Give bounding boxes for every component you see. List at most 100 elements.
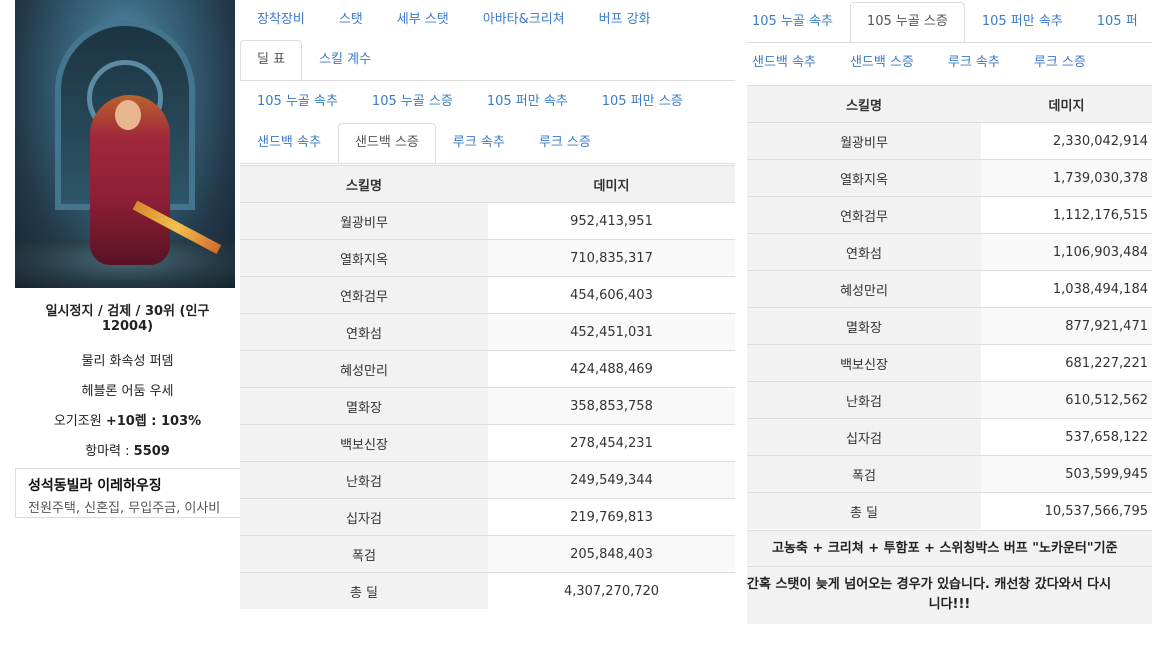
tab-damage-table[interactable]: 딜 표 <box>240 40 303 80</box>
tab-luke-seujeung[interactable]: 루크 스증 <box>522 123 608 163</box>
top-tab-bar: 장착장비 스탯 세부 스탯 아바타&크리쳐 버프 강화 <box>240 0 668 40</box>
damage-table-right: 스킬명 데미지 월광비무 2,330,042,914 열화지옥 1,739,030,3… <box>747 85 1152 529</box>
damage-value-cell: 205,848,403 <box>488 535 735 573</box>
table-row: 연화섬 452,451,031 <box>240 313 735 351</box>
right-mode-tab-bar-1: 105 누골 속추 105 누골 스증 105 퍼만 속추 105 퍼 <box>735 2 1152 42</box>
tab-105-nugol-seujeung[interactable]: 105 누골 스증 <box>355 82 470 122</box>
damage-value-cell: 1,038,494,184 <box>981 270 1152 308</box>
table-row: 난화검 610,512,562 <box>747 381 1152 419</box>
damage-value-cell: 610,512,562 <box>981 381 1152 419</box>
skill-name-cell: 월광비무 <box>747 122 981 160</box>
tab-105-perman-sokchu[interactable]: 105 퍼만 속추 <box>470 82 585 122</box>
damage-value-cell: 219,769,813 <box>488 498 735 536</box>
table-row: 멸화장 358,853,758 <box>240 387 735 425</box>
damage-value-cell: 1,112,176,515 <box>981 196 1152 234</box>
table-row: 월광비무 952,413,951 <box>240 202 735 240</box>
tab-105-nugol-sokchu[interactable]: 105 누골 속추 <box>240 82 355 122</box>
damage-value-cell: 4,307,270,720 <box>488 572 735 609</box>
table-row: 월광비무 2,330,042,914 <box>747 122 1152 160</box>
table-row: 열화지옥 1,739,030,378 <box>747 159 1152 197</box>
right-mode-tab-bar-2: 샌드백 속추 샌드백 스증 루크 속추 루크 스증 <box>735 43 1103 83</box>
damage-value-cell: 537,658,122 <box>981 418 1152 456</box>
tab-sandbag-sokchu[interactable]: 샌드백 속추 <box>735 43 833 83</box>
tab-equipment[interactable]: 장착장비 <box>240 0 322 40</box>
tab-stats[interactable]: 스탯 <box>322 0 380 40</box>
table-row: 백보신장 681,227,221 <box>747 344 1152 382</box>
table-row: 연화검무 454,606,403 <box>240 276 735 314</box>
tab-luke-seujeung[interactable]: 루크 스증 <box>1017 43 1103 83</box>
skill-name-cell: 난화검 <box>240 461 488 499</box>
damage-value-cell: 10,537,566,795 <box>981 492 1152 529</box>
table-row: 십자검 537,658,122 <box>747 418 1152 456</box>
divider <box>240 80 735 81</box>
buff-condition-note: 고농축 + 크리쳐 + 투함포 + 스위칭박스 버프 "노카운터"기준 <box>747 530 1152 566</box>
skill-name-cell: 열화지옥 <box>747 159 981 197</box>
tab-detail-stats[interactable]: 세부 스탯 <box>380 0 466 40</box>
damage-value-cell: 877,921,471 <box>981 307 1152 345</box>
skill-name-cell: 총 딜 <box>747 492 981 529</box>
table-row: 폭검 205,848,403 <box>240 535 735 573</box>
table-row: 연화섬 1,106,903,484 <box>747 233 1152 271</box>
mode-tab-bar-2: 샌드백 속추 샌드백 스증 루크 속추 루크 스증 <box>240 123 608 163</box>
table-row: 백보신장 278,454,231 <box>240 424 735 462</box>
damage-value-cell: 452,451,031 <box>488 313 735 351</box>
skill-name-cell: 폭검 <box>747 455 981 493</box>
tab-luke-sokchu[interactable]: 루크 속추 <box>931 43 1017 83</box>
damage-value-cell: 1,739,030,378 <box>981 159 1152 197</box>
damage-value-cell: 454,606,403 <box>488 276 735 314</box>
ad-banner[interactable]: 성석동빌라 이레하우징 전원주택, 신혼집, 무입주금, 이사비 <box>15 468 255 518</box>
skill-name-cell: 백보신장 <box>240 424 488 462</box>
tab-buff[interactable]: 버프 강화 <box>582 0 668 40</box>
skill-name-cell: 폭검 <box>240 535 488 573</box>
table-row: 혜성만리 1,038,494,184 <box>747 270 1152 308</box>
skill-name-cell: 십자검 <box>747 418 981 456</box>
tab-105-perman-partial[interactable]: 105 퍼 <box>1080 2 1152 42</box>
skill-name-cell: 멸화장 <box>240 387 488 425</box>
column-header-damage: 데미지 <box>981 85 1152 123</box>
tab-sandbag-seujeung[interactable]: 샌드백 스증 <box>337 123 436 163</box>
profile-element: 물리 화속성 퍼뎀 <box>81 354 174 369</box>
tab-luke-sokchu[interactable]: 루크 속추 <box>436 123 522 163</box>
character-portrait <box>15 0 235 288</box>
skill-name-cell: 열화지옥 <box>240 239 488 277</box>
profile-ranking: 일시정지 / 검제 / 30위 (인구 12004) <box>45 304 210 334</box>
tab-skill-coefficient[interactable]: 스킬 계수 <box>302 40 388 80</box>
damage-value-cell: 2,330,042,914 <box>981 122 1152 160</box>
table-row: 난화검 249,549,344 <box>240 461 735 499</box>
table-row: 총 딜 10,537,566,795 <box>747 492 1152 529</box>
ad-title: 성석동빌라 이레하우징 <box>28 478 162 494</box>
damage-value-cell: 710,835,317 <box>488 239 735 277</box>
sub-tab-bar: 딜 표 스킬 계수 <box>240 40 388 80</box>
skill-name-cell: 백보신장 <box>747 344 981 382</box>
profile-dark-advantage: 헤블론 어둠 우세 <box>81 384 174 399</box>
tab-sandbag-seujeung[interactable]: 샌드백 스증 <box>833 43 931 83</box>
skill-name-cell: 십자검 <box>240 498 488 536</box>
table-row: 혜성만리 424,488,469 <box>240 350 735 388</box>
profile-skill-level: 오기조원 +10렙 : 103% <box>53 414 202 429</box>
tab-105-nugol-seujeung[interactable]: 105 누골 스증 <box>849 2 965 42</box>
skill-name-cell: 난화검 <box>747 381 981 419</box>
table-row: 폭검 503,599,945 <box>747 455 1152 493</box>
damage-value-cell: 249,549,344 <box>488 461 735 499</box>
column-header-skill: 스킬명 <box>747 85 981 123</box>
skill-name-cell: 총 딜 <box>240 572 488 609</box>
table-row: 멸화장 877,921,471 <box>747 307 1152 345</box>
skill-name-cell: 혜성만리 <box>747 270 981 308</box>
damage-table-left: 스킬명 데미지 월광비무 952,413,951 열화지옥 710,835,317 연화… <box>240 165 735 609</box>
table-row: 열화지옥 710,835,317 <box>240 239 735 277</box>
stat-delay-note: 간혹 스탯이 늦게 넘어오는 경우가 있습니다. 캐선창 갔다와서 다시 니다!… <box>747 566 1152 624</box>
column-header-skill: 스킬명 <box>240 165 488 203</box>
column-header-damage: 데미지 <box>488 165 735 203</box>
damage-value-cell: 952,413,951 <box>488 202 735 240</box>
damage-value-cell: 358,853,758 <box>488 387 735 425</box>
skill-name-cell: 연화검무 <box>747 196 981 234</box>
damage-value-cell: 424,488,469 <box>488 350 735 388</box>
tab-sandbag-sokchu[interactable]: 샌드백 속추 <box>240 123 338 163</box>
tab-105-perman-seujeung[interactable]: 105 퍼만 스증 <box>585 82 700 122</box>
divider <box>240 163 735 164</box>
skill-name-cell: 연화검무 <box>240 276 488 314</box>
table-row: 십자검 219,769,813 <box>240 498 735 536</box>
tab-avatar-creature[interactable]: 아바타&크리쳐 <box>466 0 582 40</box>
tab-105-nugol-sokchu[interactable]: 105 누골 속추 <box>735 2 850 42</box>
tab-105-perman-sokchu[interactable]: 105 퍼만 속추 <box>965 2 1080 42</box>
